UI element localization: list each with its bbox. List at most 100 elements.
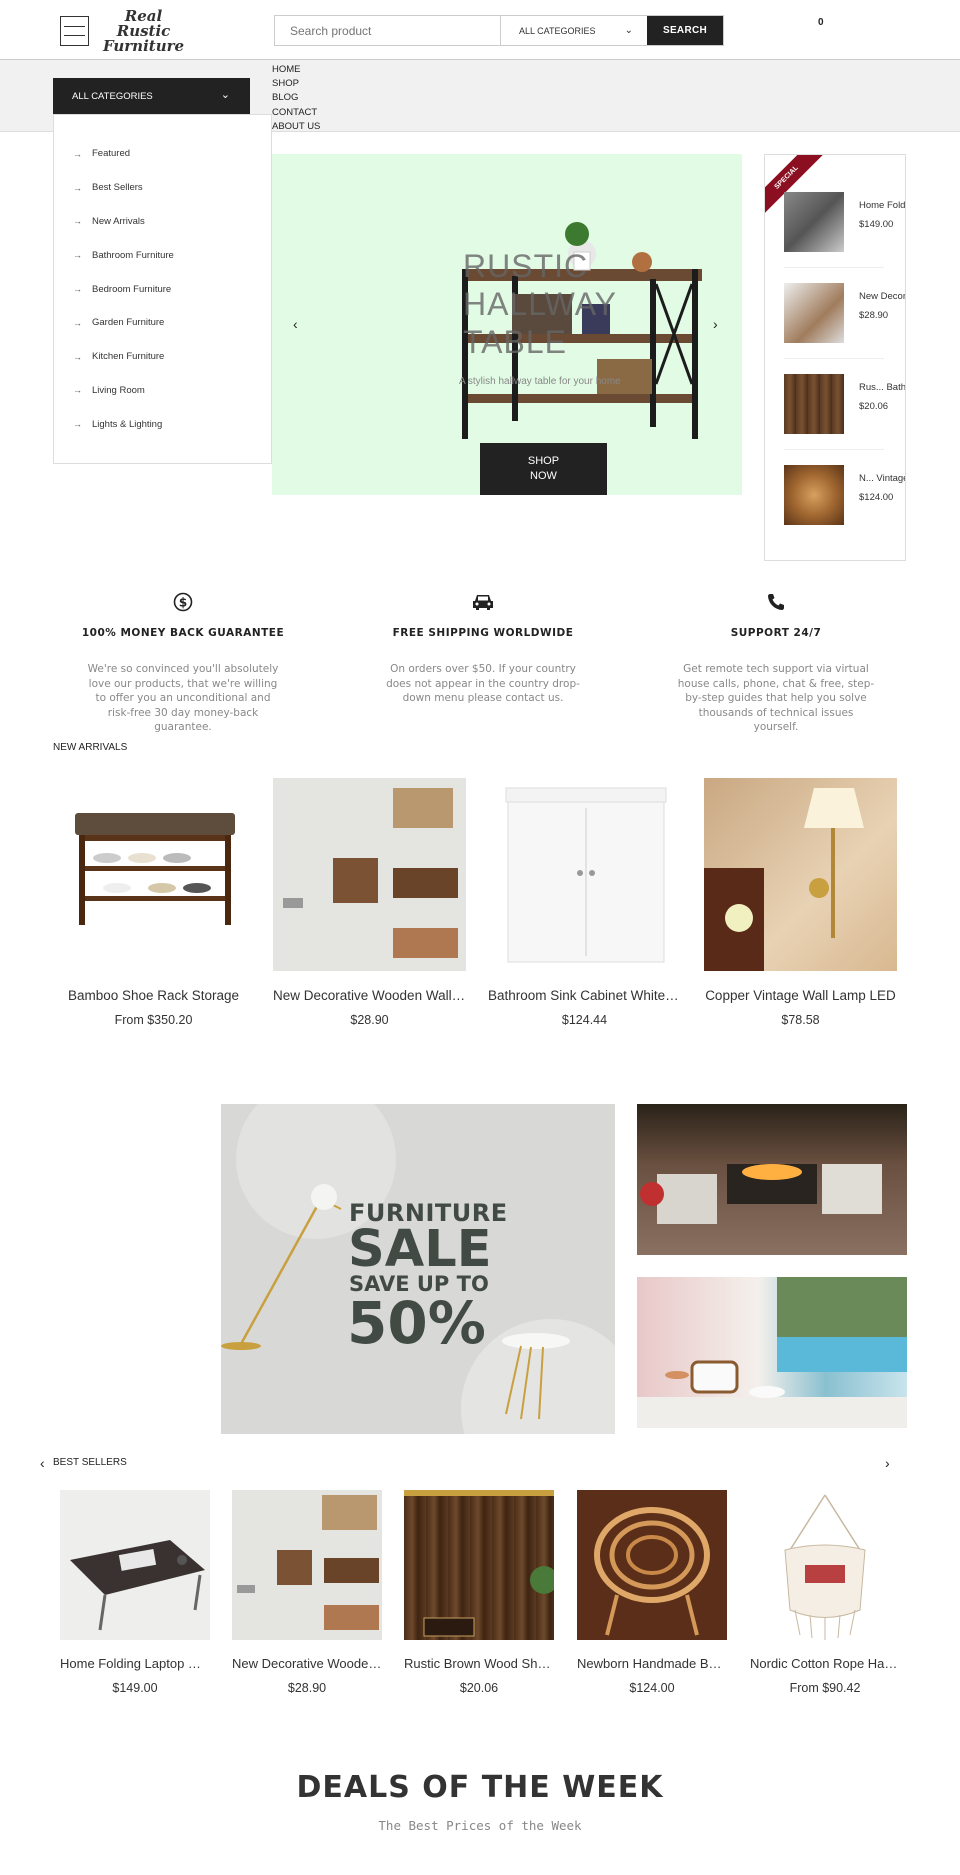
category-item-best-sellers[interactable]: → Best Sellers <box>54 171 271 205</box>
product-image <box>57 778 250 971</box>
menu-item-about-us[interactable]: ABOUT US <box>272 120 320 134</box>
menu-item-blog[interactable]: BLOG <box>272 91 320 105</box>
product-image <box>704 778 897 971</box>
shop-now-button[interactable]: SHOP NOW <box>480 443 607 495</box>
product-price: $78.58 <box>781 1013 820 1027</box>
special-item[interactable]: Home Foldi... Bed $149.00 <box>784 192 906 252</box>
product-card[interactable]: Rustic Brown Wood Shower Curtain $20.06 <box>404 1490 554 1695</box>
search-input[interactable] <box>275 16 501 45</box>
product-card[interactable]: Home Folding Laptop Desk Bed $149.00 <box>60 1490 210 1695</box>
product-price: $28.90 <box>859 310 889 321</box>
product-card[interactable]: Bamboo Shoe Rack Storage From $350.20 <box>57 778 250 1027</box>
car-icon <box>363 592 603 614</box>
cart-count[interactable]: 0 <box>818 17 824 28</box>
special-item[interactable]: New Decorative $28.90 <box>784 283 906 343</box>
product-image <box>232 1490 382 1640</box>
product-price: $124.00 <box>629 1681 675 1695</box>
product-card[interactable]: Nordic Cotton Rope Hammock Chair From $9… <box>750 1490 900 1695</box>
category-item-new-arrivals[interactable]: → New Arrivals <box>54 205 271 239</box>
product-price: $28.90 <box>350 1013 389 1027</box>
arrow-right-icon: → <box>73 351 82 362</box>
product-name: Home Foldi... Bed <box>859 200 906 211</box>
dollar-icon: $ <box>63 592 303 614</box>
logo-text: Real Rustic Furniture <box>97 6 190 54</box>
special-item[interactable]: Rus... Bath Curtain $20.06 <box>784 374 906 434</box>
category-label: New Arrivals <box>92 215 145 227</box>
product-image <box>784 283 844 343</box>
all-categories-label: ALL CATEGORIES <box>72 90 153 102</box>
product-name[interactable]: New Decorative Wooden Wall Key Holder <box>232 1656 382 1671</box>
slider-prev-arrow-icon[interactable]: ‹ <box>293 316 298 332</box>
product-card[interactable]: Bathroom Sink Cabinet White wood $124.44 <box>488 778 681 1027</box>
menu-item-contact[interactable]: CONTACT <box>272 106 320 120</box>
feature-free-shipping: FREE SHIPPING WORLDWIDE On orders over $… <box>363 592 603 706</box>
slide-subtitle: A stylish hallway table for your home <box>459 376 621 387</box>
arrow-right-icon: → <box>73 419 82 430</box>
arrow-right-icon: → <box>73 148 82 159</box>
product-card[interactable]: Newborn Handmade Bamboo Chair $124.00 <box>577 1490 727 1695</box>
product-card[interactable]: Copper Vintage Wall Lamp LED $78.58 <box>704 778 897 1027</box>
category-item-kitchen[interactable]: → Kitchen Furniture <box>54 340 271 374</box>
product-card[interactable]: New Decorative Wooden Wall Key Holder $2… <box>273 778 466 1027</box>
feature-text: On orders over $50. If your country does… <box>386 663 580 704</box>
product-price: $124.00 <box>859 492 894 503</box>
feature-support: SUPPORT 24/7 Get remote tech support via… <box>656 592 896 735</box>
product-card[interactable]: New Decorative Wooden Wall Key Holder $2… <box>232 1490 382 1695</box>
divider <box>784 449 884 450</box>
special-item[interactable]: N... Vintage Chair $124.00 <box>784 465 906 525</box>
product-name: N... Vintage Chair <box>859 473 906 484</box>
best-sellers-next-arrow-icon[interactable]: › <box>885 1455 890 1471</box>
slide-title-line: RUSTIC <box>463 248 589 284</box>
product-name[interactable]: Home Folding Laptop Desk Bed <box>60 1656 210 1671</box>
arrow-right-icon: → <box>73 284 82 295</box>
deals-subtitle: The Best Prices of the Week <box>378 1818 582 1833</box>
category-select[interactable]: ALL CATEGORIES ⌄ <box>501 16 647 45</box>
product-name[interactable]: Copper Vintage Wall Lamp LED <box>704 988 897 1003</box>
category-item-bedroom[interactable]: → Bedroom Furniture <box>54 272 271 306</box>
category-item-bathroom[interactable]: → Bathroom Furniture <box>54 238 271 272</box>
product-name[interactable]: Rustic Brown Wood Shower Curtain <box>404 1656 554 1671</box>
product-name[interactable]: Nordic Cotton Rope Hammock Chair <box>750 1656 900 1671</box>
feature-money-back: $ 100% MONEY BACK GUARANTEE We're so con… <box>63 592 303 735</box>
category-item-living-room[interactable]: → Living Room <box>54 374 271 408</box>
category-label: Kitchen Furniture <box>92 351 165 363</box>
product-name: Rus... Bath Curtain <box>859 382 906 393</box>
product-price: $149.00 <box>859 219 894 230</box>
product-price: $149.00 <box>112 1681 158 1695</box>
product-image <box>784 374 844 434</box>
search-button[interactable]: SEARCH <box>647 16 723 45</box>
best-sellers-prev-arrow-icon[interactable]: ‹ <box>40 1455 45 1471</box>
search-bar: ALL CATEGORIES ⌄ SEARCH <box>274 15 724 46</box>
divider <box>784 358 884 359</box>
new-arrivals-title: NEW ARRIVALS <box>53 742 128 753</box>
category-label: Best Sellers <box>92 182 143 194</box>
category-item-featured[interactable]: → Featured <box>54 137 271 171</box>
product-price: From $90.42 <box>789 1681 861 1695</box>
slider-next-arrow-icon[interactable]: › <box>713 316 718 332</box>
menu-item-shop[interactable]: SHOP <box>272 77 320 91</box>
logo[interactable]: Real Rustic Furniture <box>60 8 190 53</box>
patio-firepit-banner[interactable] <box>637 1104 907 1255</box>
product-name[interactable]: Newborn Handmade Bamboo Chair <box>577 1656 727 1671</box>
product-image <box>404 1490 554 1640</box>
product-image <box>784 465 844 525</box>
category-label: Lights & Lighting <box>92 418 163 430</box>
category-label: Bathroom Furniture <box>92 249 174 261</box>
menu-item-home[interactable]: HOME <box>272 63 320 77</box>
chevron-down-icon: ⌄ <box>220 88 230 101</box>
product-name[interactable]: Bamboo Shoe Rack Storage <box>57 988 250 1003</box>
poolside-lounge-banner[interactable] <box>637 1277 907 1428</box>
product-name[interactable]: New Decorative Wooden Wall Key Holder <box>273 988 466 1003</box>
product-name: New Decorative <box>859 291 906 302</box>
category-label: Garden Furniture <box>92 317 165 329</box>
product-price: $28.90 <box>287 1681 327 1695</box>
logo-line-1: Real Rustic <box>116 6 171 40</box>
product-name[interactable]: Bathroom Sink Cabinet White wood <box>488 988 681 1003</box>
category-item-garden[interactable]: → Garden Furniture <box>54 306 271 340</box>
furniture-sale-banner[interactable]: FURNITURE SALE SAVE UP TO 50% <box>221 1104 615 1434</box>
category-item-lighting[interactable]: → Lights & Lighting <box>54 407 271 441</box>
category-select-value: ALL CATEGORIES <box>519 25 596 36</box>
sale-line-2: SALE <box>348 1220 492 1279</box>
all-categories-button[interactable]: ALL CATEGORIES ⌄ <box>53 78 250 114</box>
slide-title-line: TABLE <box>463 324 567 360</box>
